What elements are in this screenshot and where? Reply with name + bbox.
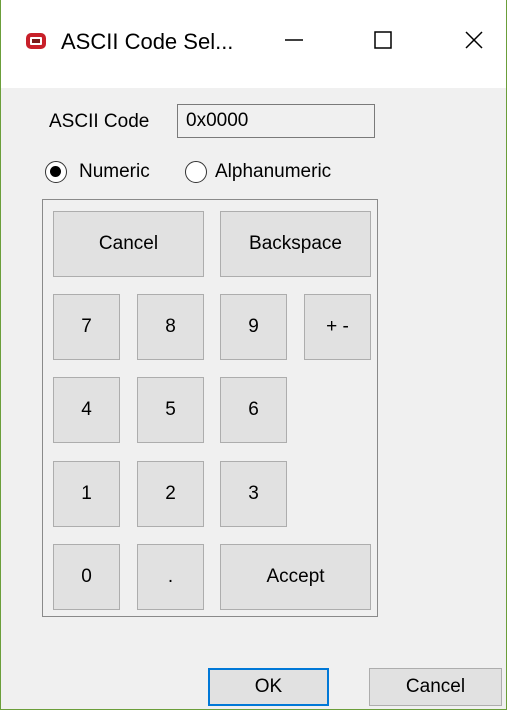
key-5-button[interactable]: 5 [137, 377, 204, 443]
maximize-icon [373, 30, 393, 55]
keypad-panel: Cancel Backspace 7 8 9 + - 4 5 6 1 2 3 0… [42, 199, 378, 617]
key-4-button[interactable]: 4 [53, 377, 120, 443]
numeric-label[interactable]: Numeric [79, 161, 150, 183]
key-2-button[interactable]: 2 [137, 461, 204, 527]
ascii-code-field[interactable] [177, 104, 375, 138]
key-6-button[interactable]: 6 [220, 377, 287, 443]
keypad-cancel-button[interactable]: Cancel [53, 211, 204, 277]
minimize-icon [284, 30, 304, 55]
ok-button[interactable]: OK [208, 668, 329, 706]
minimize-button[interactable] [264, 18, 324, 66]
accept-button[interactable]: Accept [220, 544, 371, 610]
key-3-button[interactable]: 3 [220, 461, 287, 527]
title-bar: ASCII Code Sel... [1, 0, 506, 88]
alphanumeric-radio[interactable] [185, 161, 207, 183]
close-button[interactable] [444, 18, 504, 66]
dialog-cancel-button[interactable]: Cancel [369, 668, 502, 706]
key-8-button[interactable]: 8 [137, 294, 204, 360]
key-9-button[interactable]: 9 [220, 294, 287, 360]
backspace-button[interactable]: Backspace [220, 211, 371, 277]
ascii-code-label: ASCII Code [49, 111, 150, 132]
decimal-point-button[interactable]: . [137, 544, 204, 610]
radio-selected-dot [50, 166, 61, 177]
key-7-button[interactable]: 7 [53, 294, 120, 360]
numeric-radio[interactable] [45, 161, 67, 183]
dialog-window: ASCII Code Sel... ASCII Code Numeric Alp… [0, 0, 507, 710]
alphanumeric-label[interactable]: Alphanumeric [215, 161, 331, 183]
close-icon [464, 30, 484, 55]
app-icon [25, 31, 47, 51]
window-title: ASCII Code Sel... [61, 29, 234, 54]
key-1-button[interactable]: 1 [53, 461, 120, 527]
key-0-button[interactable]: 0 [53, 544, 120, 610]
maximize-button[interactable] [353, 18, 413, 66]
plus-minus-button[interactable]: + - [304, 294, 371, 360]
